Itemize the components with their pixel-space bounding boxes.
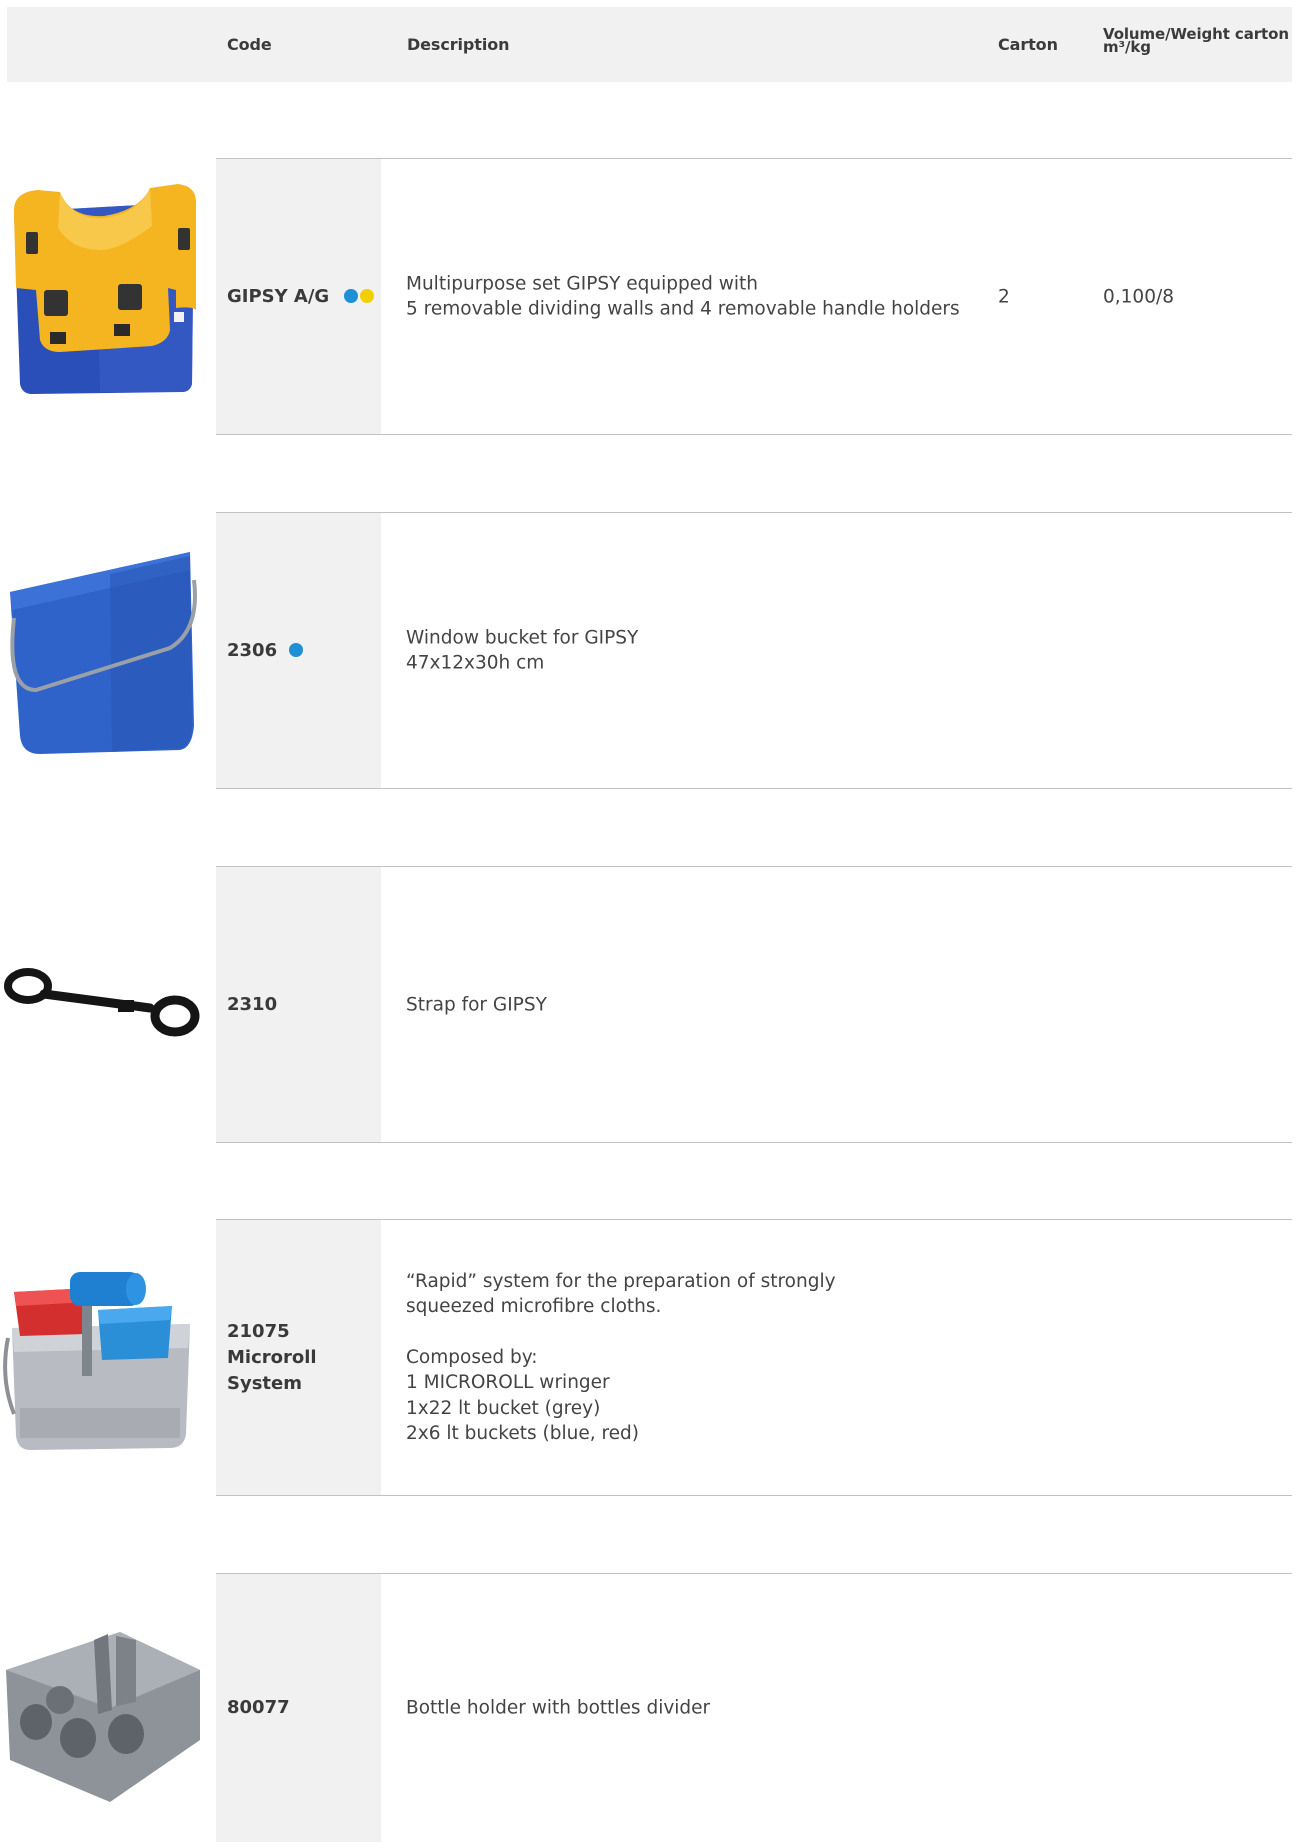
- product-code-label: 2310: [227, 993, 278, 1015]
- product-code: 2306: [227, 638, 304, 664]
- product-description: Window bucket for GIPSY 47x12x30h cm: [406, 625, 638, 676]
- header-volume-weight: Volume/Weight carton m³/kg: [1103, 27, 1289, 55]
- carton-value: 2: [998, 286, 1010, 307]
- product-code: 2310: [227, 992, 277, 1018]
- yellow-color-dot-icon: [359, 288, 374, 303]
- product-code: GIPSY A/G: [227, 284, 374, 310]
- black-strap-image: [4, 968, 200, 1037]
- product-row: 2306 Window bucket for GIPSY 47x12x30h c…: [216, 512, 1292, 789]
- description-line: 47x12x30h cm: [406, 652, 545, 674]
- product-code: 80077: [227, 1695, 290, 1721]
- description-line: “Rapid” system for the preparation of st…: [406, 1270, 836, 1292]
- description-line: Strap for GIPSY: [406, 993, 547, 1015]
- description-spacer: [406, 1320, 836, 1345]
- description-line: 1x22 lt bucket (grey): [406, 1397, 601, 1419]
- product-row: GIPSY A/G Multipurpose set GIPSY equippe…: [216, 158, 1292, 435]
- blue-color-dot-icon: [289, 642, 304, 657]
- description-line: Bottle holder with bottles divider: [406, 1697, 711, 1719]
- product-row: 2310 Strap for GIPSY: [216, 866, 1292, 1143]
- volume-weight-value: 0,100/8: [1103, 286, 1174, 307]
- description-line: 2x6 lt buckets (blue, red): [406, 1423, 640, 1444]
- description-line: Window bucket for GIPSY: [406, 627, 639, 648]
- code-cell: 21075 Microroll System: [216, 1220, 381, 1495]
- yellow-blue-multipurpose-gipsy-set-image: [13, 184, 196, 394]
- product-description: Bottle holder with bottles divider: [406, 1695, 710, 1721]
- header-carton: Carton: [998, 35, 1058, 54]
- blue-color-dot-icon: [343, 288, 358, 303]
- code-cell: 80077: [216, 1574, 381, 1842]
- product-code-line: System: [227, 1372, 302, 1394]
- microroll-system-image: [3, 1272, 190, 1450]
- description-line: squeezed microfibre cloths.: [406, 1296, 662, 1317]
- blue-window-bucket-image: [10, 552, 197, 754]
- description-line: 5 removable dividing walls and 4 removab…: [406, 298, 960, 320]
- header-code: Code: [227, 35, 272, 54]
- product-code-line: 21075: [227, 1320, 290, 1342]
- product-code-label: 2306: [227, 639, 278, 661]
- grey-bottle-holder-image: [6, 1632, 200, 1802]
- description-line: 1 MICROROLL wringer: [406, 1372, 610, 1393]
- code-cell: 2306: [216, 513, 381, 788]
- code-cell: 2310: [216, 867, 381, 1142]
- product-code-label: GIPSY A/G: [227, 285, 330, 307]
- description-line: Composed by:: [406, 1346, 538, 1368]
- product-row: 80077 Bottle holder with bottles divider: [216, 1573, 1292, 1842]
- product-description: “Rapid” system for the preparation of st…: [406, 1269, 836, 1447]
- product-code-label: 80077: [227, 1697, 290, 1718]
- table-header: Code Description Carton Volume/Weight ca…: [7, 7, 1292, 82]
- product-code-line: Microroll: [227, 1346, 317, 1368]
- code-cell: GIPSY A/G: [216, 159, 381, 434]
- header-description: Description: [407, 35, 510, 54]
- product-row: 21075 Microroll System “Rapid” system fo…: [216, 1219, 1292, 1496]
- description-line: Multipurpose set GIPSY equipped with: [406, 273, 759, 294]
- product-description: Strap for GIPSY: [406, 992, 547, 1018]
- product-code: 21075 Microroll System: [227, 1319, 317, 1397]
- product-description: Multipurpose set GIPSY equipped with 5 r…: [406, 271, 960, 322]
